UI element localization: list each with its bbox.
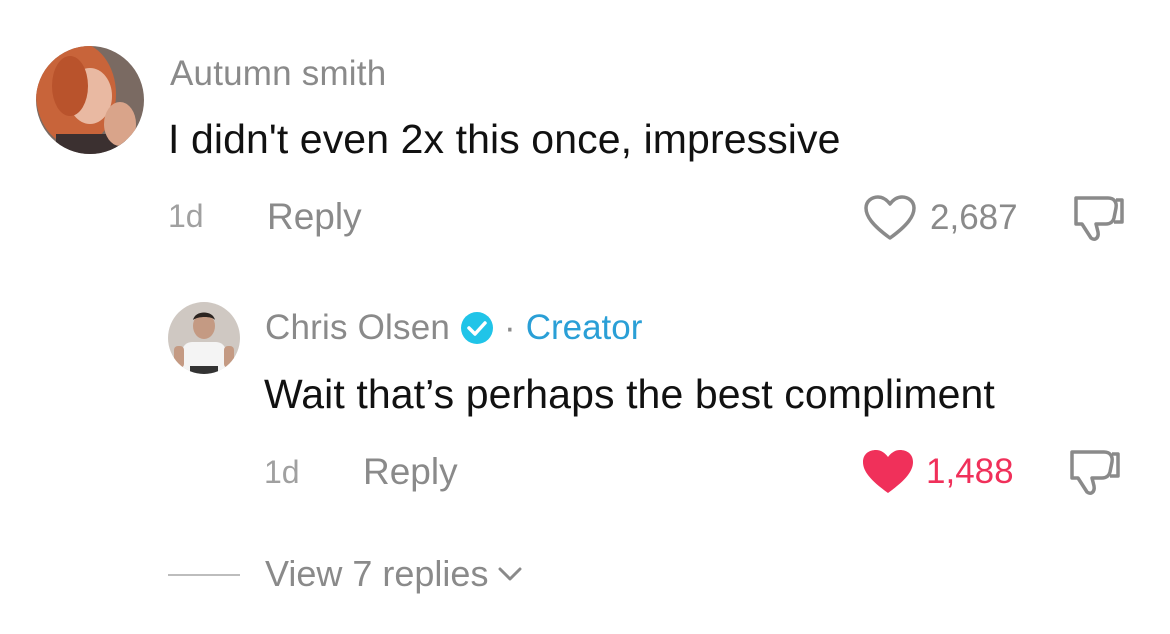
reply-text: Wait that’s perhaps the best compliment [264, 371, 995, 417]
thumbs-down-icon [1074, 196, 1124, 241]
like-button[interactable] [862, 194, 918, 242]
like-button-liked[interactable] [860, 448, 916, 496]
like-count: 1,488 [926, 452, 1014, 491]
reply-header: Chris Olsen · Creator [265, 308, 642, 348]
like-count: 2,687 [930, 198, 1018, 237]
comment-username[interactable]: Autumn smith [170, 54, 386, 94]
avatar-chris-olsen[interactable] [168, 302, 240, 374]
replies-divider [168, 574, 240, 576]
comment-timestamp: 1d [168, 198, 204, 234]
creator-label: Creator [525, 308, 643, 347]
reply-username[interactable]: Chris Olsen [265, 308, 450, 348]
heart-filled-icon [863, 450, 913, 493]
avatar-photo [36, 46, 144, 154]
view-replies-button[interactable]: View 7 replies [265, 553, 524, 595]
separator-dot: · [504, 308, 516, 347]
reply-button[interactable]: Reply [267, 196, 362, 238]
thumbs-down-icon [1070, 450, 1120, 495]
verified-badge-icon [460, 311, 494, 345]
dislike-button[interactable] [1070, 192, 1126, 244]
reply-timestamp: 1d [264, 454, 300, 490]
view-replies-label: View 7 replies [265, 553, 489, 594]
reply-button[interactable]: Reply [363, 451, 458, 493]
dislike-button[interactable] [1066, 446, 1122, 498]
avatar-autumn-smith[interactable] [36, 46, 144, 154]
comment-text: I didn't even 2x this once, impressive [168, 116, 841, 162]
heart-outline-icon [864, 195, 916, 240]
avatar-photo [168, 302, 240, 374]
chevron-down-icon [498, 567, 522, 581]
